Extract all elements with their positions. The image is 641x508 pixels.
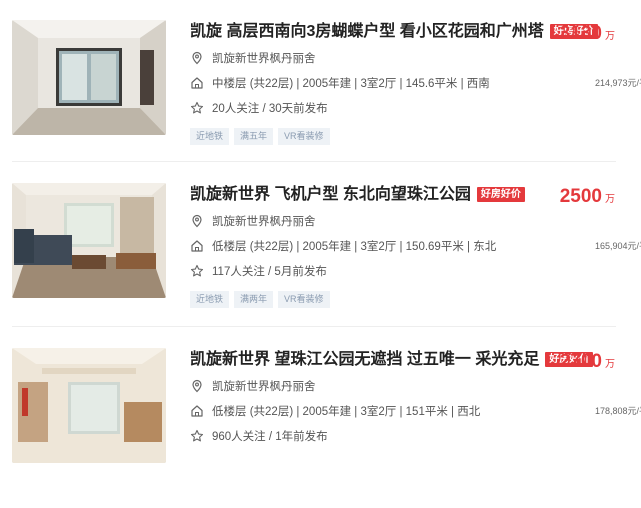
total-price-unit: 万 [605, 359, 615, 370]
community-name[interactable]: 凯旋新世界枫丹丽舍 [212, 216, 316, 228]
community-name[interactable]: 凯旋新世界枫丹丽舍 [212, 53, 316, 65]
listing-title[interactable]: 凯旋新世界 望珠江公园无遮挡 过五唯一 采光充足 好房好价 [190, 349, 594, 371]
location-pin-icon [192, 214, 202, 228]
tag-two-years: 满两年 [234, 291, 274, 308]
follow-row: 117人关注 / 5月前发布 [190, 264, 327, 280]
tag-near-subway: 近地铁 [190, 128, 230, 145]
follow-text: 20人关注 / 30天前发布 [212, 103, 328, 115]
house-info-row: 中楼层 (共22层) | 2005年建 | 3室2厅 | 145.6平米 | 西… [190, 76, 490, 92]
follow-row: 960人关注 / 1年前发布 [190, 429, 328, 445]
house-info-text: 低楼层 (共22层) | 2005年建 | 3室2厅 | 151平米 | 西北 [212, 406, 481, 418]
listing-photo[interactable] [12, 348, 166, 463]
house-info-row: 低楼层 (共22层) | 2005年建 | 3室2厅 | 151平米 | 西北 [190, 404, 480, 420]
listing-item[interactable]: 凯旋 高层西南向3房蝴蝶户型 看小区花园和广州塔 好房好价 凯旋新世界枫丹丽舍 中… [0, 20, 641, 180]
total-price: 3130 万 [560, 23, 615, 45]
good-price-badge: 好房好价 [476, 187, 525, 202]
star-icon [190, 429, 204, 442]
tag-vr: VR看装修 [278, 128, 330, 145]
house-info-text: 中楼层 (共22层) | 2005年建 | 3室2厅 | 145.6平米 | 西… [212, 78, 490, 90]
total-price-value: 2500 [559, 186, 602, 207]
community-name[interactable]: 凯旋新世界枫丹丽舍 [212, 381, 316, 393]
tag-five-years: 满五年 [234, 128, 274, 145]
listing-title[interactable]: 凯旋 高层西南向3房蝴蝶户型 看小区花园和广州塔 好房好价 [190, 21, 598, 43]
total-price-value: 2700 [559, 351, 602, 372]
total-price-unit: 万 [605, 31, 615, 42]
listing-title-text[interactable]: 凯旋新世界 飞机户型 东北向望珠江公园 [190, 186, 471, 203]
total-price: 2500 万 [560, 186, 615, 208]
tag-list: 近地铁 满五年 VR看装修 [190, 126, 335, 145]
follow-text: 960人关注 / 1年前发布 [212, 431, 328, 443]
listing-title[interactable]: 凯旋新世界 飞机户型 东北向望珠江公园 好房好价 [190, 184, 525, 206]
community-row: 凯旋新世界枫丹丽舍 [190, 51, 316, 67]
total-price-value: 3130 [559, 23, 602, 44]
unit-price: 165,904元/平 [594, 241, 641, 251]
house-icon [191, 405, 203, 417]
unit-price: 178,808元/平 [594, 406, 641, 416]
follow-row: 20人关注 / 30天前发布 [190, 101, 328, 117]
divider [12, 161, 616, 162]
location-pin-icon [192, 379, 202, 393]
star-icon [190, 101, 204, 114]
house-info-text: 低楼层 (共22层) | 2005年建 | 3室2厅 | 150.69平米 | … [212, 241, 497, 253]
community-row: 凯旋新世界枫丹丽舍 [190, 214, 316, 230]
total-price: 2700 万 [560, 351, 615, 373]
listing-item[interactable]: 凯旋新世界 望珠江公园无遮挡 过五唯一 采光充足 好房好价 凯旋新世界枫丹丽舍 低… [0, 348, 641, 508]
house-icon [191, 240, 203, 252]
listing-photo[interactable] [12, 20, 166, 135]
listing-title-text[interactable]: 凯旋新世界 望珠江公园无遮挡 过五唯一 采光充足 [190, 351, 539, 368]
unit-price: 214,973元/平 [594, 78, 641, 88]
divider [12, 326, 616, 327]
follow-text: 117人关注 / 5月前发布 [212, 266, 327, 278]
tag-list: 近地铁 满两年 VR看装修 [190, 289, 335, 308]
listing-photo[interactable] [12, 183, 166, 298]
location-pin-icon [192, 51, 202, 65]
house-info-row: 低楼层 (共22层) | 2005年建 | 3室2厅 | 150.69平米 | … [190, 239, 496, 255]
house-icon [191, 77, 203, 89]
community-row: 凯旋新世界枫丹丽舍 [190, 379, 316, 395]
star-icon [190, 264, 204, 277]
total-price-unit: 万 [605, 194, 615, 205]
listing-title-text[interactable]: 凯旋 高层西南向3房蝴蝶户型 看小区花园和广州塔 [190, 23, 544, 40]
tag-vr: VR看装修 [278, 291, 330, 308]
listing-item[interactable]: 凯旋新世界 飞机户型 东北向望珠江公园 好房好价 凯旋新世界枫丹丽舍 低楼层 (共… [0, 183, 641, 343]
listing-list: 凯旋 高层西南向3房蝴蝶户型 看小区花园和广州塔 好房好价 凯旋新世界枫丹丽舍 中… [0, 0, 641, 463]
tag-near-subway: 近地铁 [190, 291, 230, 308]
